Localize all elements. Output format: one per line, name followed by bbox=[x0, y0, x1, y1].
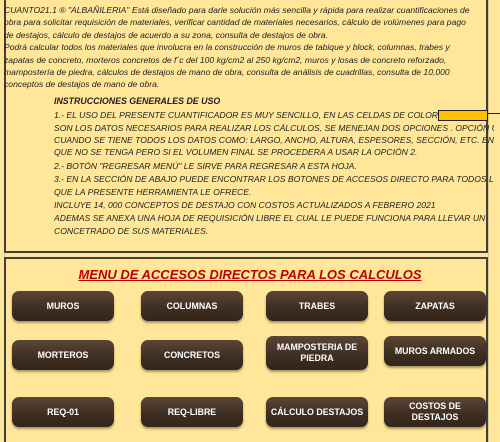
intro-line: zapatas de concreto, morteros concretos … bbox=[4, 54, 447, 65]
intro-line: Podrá calcular todos los materiales que … bbox=[4, 42, 450, 53]
calculo-destajos-button[interactable]: CÁLCULO DESTAJOS bbox=[266, 397, 368, 427]
instruction-line: 3.- EN LA SECCIÓN DE ABAJO PUEDE ENCONTR… bbox=[54, 174, 494, 184]
instructions-title: INSTRUCCIONES GENERALES DE USO bbox=[54, 96, 221, 106]
trabes-button[interactable]: TRABES bbox=[266, 291, 368, 321]
muros-armados-button[interactable]: MUROS ARMADOS bbox=[384, 336, 486, 366]
spreadsheet-sheet: CUANTO21.1 ® "ALBAÑILERIA" Está diseñado… bbox=[0, 0, 500, 442]
instruction-line: ADEMAS SE ANEXA UNA HOJA DE REQUISICIÓN … bbox=[54, 213, 486, 223]
intro-line: conceptos de destajos de mano de obra. bbox=[4, 79, 160, 90]
intro-line: mampostería de piedra, cálculos de desta… bbox=[4, 67, 450, 78]
mamposteria-de-piedra-button[interactable]: MAMPOSTERIA DE PIEDRA bbox=[266, 336, 368, 370]
instruction-line: 1.- EL USO DEL PRESENTE CUANTIFICADOR ES… bbox=[54, 110, 438, 120]
req-libre-button[interactable]: REQ-LIBRE bbox=[141, 397, 243, 427]
muros-button[interactable]: MUROS bbox=[12, 291, 114, 321]
instruction-line: 2.- BOTÓN "REGRESAR MENÚ" LE SIRVE PARA … bbox=[54, 161, 357, 171]
instruction-line: QUE LA PRESENTE HERRAMIENTA LE OFRECE. bbox=[54, 187, 252, 197]
cell-border-line bbox=[488, 113, 500, 114]
instruction-line: QUE NO SE TENGA PERO SI EL VOLUMEN FINAL… bbox=[54, 147, 418, 157]
instruction-line: SON LOS DATOS NECESARIOS PARA REALIZAR L… bbox=[54, 123, 494, 133]
intro-line: obra para solicitar requisición de mater… bbox=[4, 17, 466, 28]
morteros-button[interactable]: MORTEROS bbox=[12, 340, 114, 370]
intro-line: CUANTO21.1 ® "ALBAÑILERIA" Está diseñado… bbox=[4, 5, 470, 15]
concretos-button[interactable]: CONCRETOS bbox=[141, 340, 243, 370]
intro-line: de destajos, cálculo de destajos de acue… bbox=[4, 29, 328, 40]
menu-title: MENU DE ACCESOS DIRECTOS PARA LOS CALCUL… bbox=[78, 267, 422, 282]
input-color-sample-cell[interactable] bbox=[438, 110, 488, 121]
intro-text: CUANTO21.1 ® "ALBAÑILERIA" Está diseñado… bbox=[4, 4, 484, 91]
instruction-line: INCLUYE 14, 000 CONCEPTOS DE DESTAJO CON… bbox=[54, 200, 436, 210]
costos-de-destajos-button[interactable]: COSTOS DE DESTAJOS bbox=[384, 397, 486, 427]
zapatas-button[interactable]: ZAPATAS bbox=[384, 291, 486, 321]
columnas-button[interactable]: COLUMNAS bbox=[141, 291, 243, 321]
instruction-line: CUANDO SE TIENE TODOS LOS DATOS COMO: LA… bbox=[54, 135, 494, 145]
instruction-line: CONCETRADO DE SUS MATERIALES. bbox=[54, 226, 209, 236]
req-01-button[interactable]: REQ-01 bbox=[12, 397, 114, 427]
